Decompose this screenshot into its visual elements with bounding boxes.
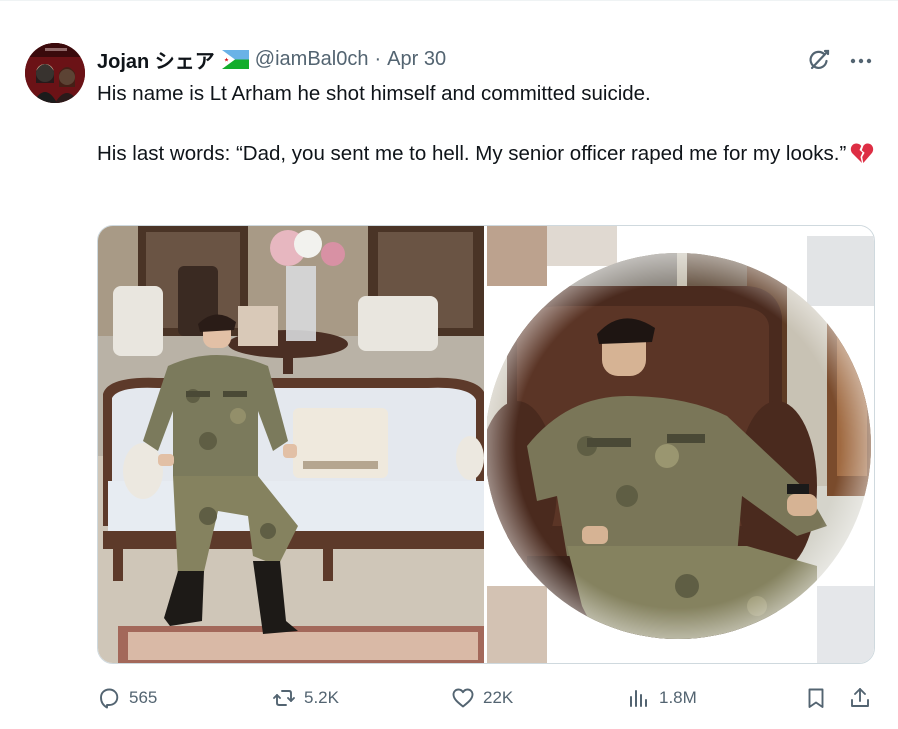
reply-icon [97,686,121,710]
analytics-icon [627,686,651,710]
share-icon [848,686,872,710]
views-count: 1.8M [659,688,697,707]
author-handle[interactable]: @iamBal0ch [255,48,369,71]
photo-soldier-on-sofa[interactable] [98,226,484,663]
tweet-text-line1: His name is Lt Arham he shot himself and… [97,82,651,105]
tweet-header: Jojan シェア @iamBal0ch · Apr 30 [97,45,446,74]
retweet-button[interactable]: 5.2K [272,681,339,715]
photo-soldier-in-armchair-circle[interactable] [487,226,874,663]
views-button[interactable]: 1.8M [627,681,697,715]
bookmark-icon [804,686,828,710]
media-grid [97,225,875,664]
reply-button[interactable]: 565 [97,681,157,715]
share-button[interactable] [848,681,872,715]
author-display-name[interactable]: Jojan シェア [97,45,215,74]
retweet-icon [272,686,296,710]
reply-count: 565 [129,688,158,707]
djibouti-flag-icon [221,49,249,69]
retweet-count: 5.2K [304,688,339,707]
like-button[interactable]: 22K [451,681,513,715]
avatar[interactable] [25,43,85,103]
like-count: 22K [483,688,514,707]
separator-dot: · [374,47,382,70]
grok-icon[interactable] [805,46,833,74]
broken-heart-emoji [850,142,874,173]
bookmark-button[interactable] [804,681,828,715]
tweet-card: Jojan シェア @iamBal0ch · Apr 30 His name i… [0,0,898,729]
tweet-text-quote: His last words: “Dad, you sent me to hel… [97,142,847,165]
tweet-text: His name is Lt Arham he shot himself and… [97,79,877,173]
heart-icon [451,686,475,710]
tweet-actions: 565 5.2K 22K 1.8M [97,681,877,715]
tweet-date[interactable]: Apr 30 [387,48,446,71]
more-icon[interactable] [848,48,874,74]
divider [0,0,898,1]
tweet-text-line2: His last words: “Dad, you sent me to hel… [97,139,877,173]
